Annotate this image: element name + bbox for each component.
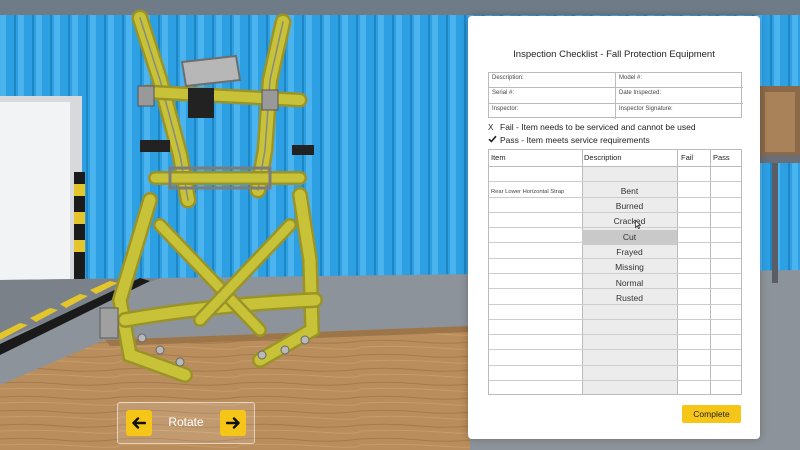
item-name: Rear Lower Horizontal Strap: [491, 189, 565, 195]
description-field[interactable]: Description:: [489, 73, 616, 89]
option-cut[interactable]: Cut: [582, 230, 677, 246]
arrow-right-icon: [226, 417, 240, 429]
inspector-field[interactable]: Inspector:: [489, 103, 616, 119]
option-bent[interactable]: Bent: [582, 184, 677, 199]
rotate-left-button[interactable]: [126, 410, 152, 436]
inspection-checklist-panel: Inspection Checklist - Fall Protection E…: [468, 16, 760, 439]
column-header-item: Item: [491, 153, 506, 162]
column-header-description: Description: [584, 153, 622, 162]
arrow-left-icon: [132, 417, 146, 429]
checklist-title: Inspection Checklist - Fall Protection E…: [513, 49, 715, 60]
mouse-cursor-icon: [635, 220, 641, 229]
rotate-right-button[interactable]: [220, 410, 246, 436]
column-header-pass: Pass: [713, 153, 730, 162]
legend-fail: X Fail - Item needs to be serviced and ca…: [488, 122, 696, 132]
legend-pass: Pass - Item meets service requirements: [488, 135, 650, 145]
check-icon: [488, 135, 500, 145]
fail-mark: X: [488, 123, 494, 132]
rotate-control: Rotate: [117, 402, 255, 444]
column-header-fail: Fail: [681, 153, 694, 162]
option-frayed[interactable]: Frayed: [582, 245, 677, 260]
complete-button[interactable]: Complete: [682, 405, 741, 423]
legend-fail-text: Fail - Item needs to be serviced and can…: [500, 122, 696, 132]
option-rusted[interactable]: Rusted: [582, 291, 677, 306]
equipment-info-table: Description: Model #: Serial #: Date Ins…: [488, 72, 743, 119]
option-missing[interactable]: Missing: [582, 260, 677, 275]
legend-pass-text: Pass - Item meets service requirements: [500, 135, 650, 145]
option-cracked[interactable]: Cracked: [582, 214, 677, 229]
option-burned[interactable]: Burned: [582, 199, 677, 214]
checklist-table: Item Description Fail Pass Rear Lower Ho…: [488, 149, 742, 395]
serial-field[interactable]: Serial #:: [489, 88, 616, 104]
date-inspected-field[interactable]: Date Inspected:: [616, 88, 743, 104]
option-normal[interactable]: Normal: [582, 276, 677, 291]
rotate-label: Rotate: [168, 415, 204, 429]
model-field[interactable]: Model #:: [616, 73, 743, 89]
inspector-signature-field[interactable]: Inspector Signature:: [616, 104, 743, 119]
